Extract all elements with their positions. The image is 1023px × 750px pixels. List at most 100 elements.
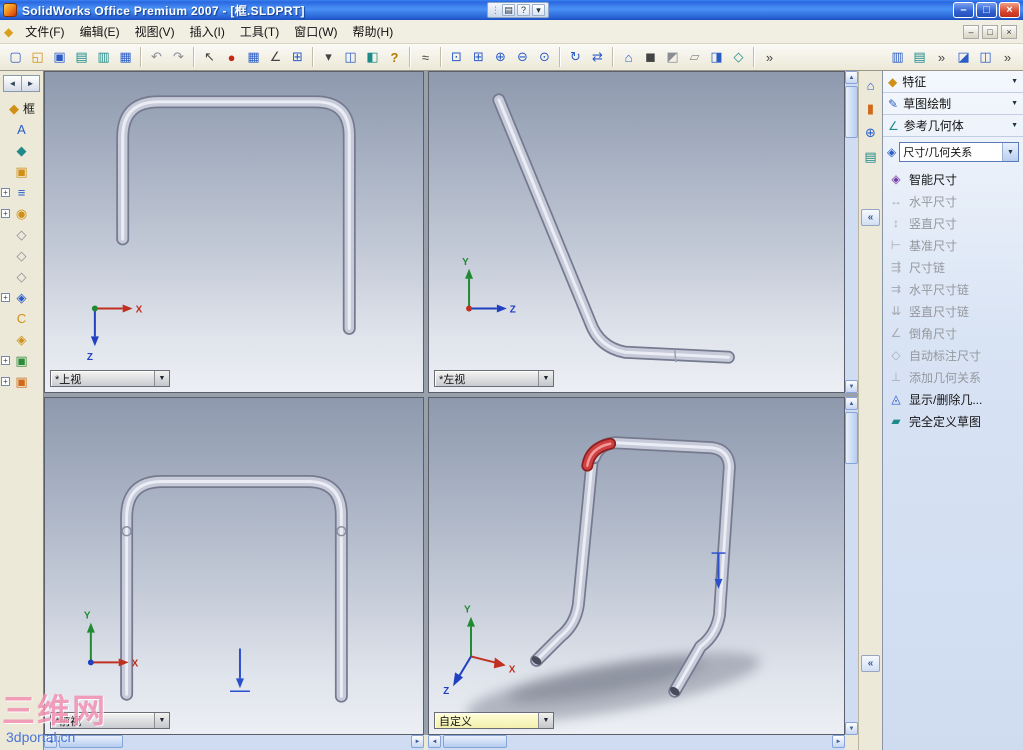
ime-options-icon[interactable]: ▾ xyxy=(532,4,545,16)
panel-group-features[interactable]: ◆ 特征 ▼ xyxy=(883,71,1023,93)
panel-item-autodimension[interactable]: ◇ 自动标注尺寸 xyxy=(883,344,1023,366)
tree-item-sketch-1[interactable]: + ▣ xyxy=(0,350,43,371)
left-view-canvas[interactable]: Y Z xyxy=(429,72,844,392)
panel-item-vertical-ordinate[interactable]: ⇊ 竖直尺寸链 xyxy=(883,300,1023,322)
tree-item-annotations[interactable]: A xyxy=(0,119,43,140)
rebuild-icon[interactable]: ● xyxy=(221,47,242,68)
viewport-horizontal-splitter[interactable] xyxy=(44,393,858,397)
chevron-down-icon[interactable]: ▼ xyxy=(154,713,169,728)
pan-icon[interactable]: ⇄ xyxy=(587,47,608,68)
window-cascade-icon[interactable]: ◫ xyxy=(975,47,996,68)
zoom-tool-icon[interactable]: ⊕ xyxy=(861,123,881,143)
chair-frame-model[interactable] xyxy=(120,475,348,703)
panel-item-ordinate-dimension[interactable]: ⇶ 尺寸链 xyxy=(883,256,1023,278)
tree-next-button[interactable]: ► xyxy=(21,76,39,91)
hidden-lines-icon[interactable]: ◩ xyxy=(662,47,683,68)
tree-item-front-plane[interactable]: ◇ xyxy=(0,224,43,245)
collapse-panel-button-top[interactable]: « xyxy=(861,209,880,226)
menu-view[interactable]: 视图(V) xyxy=(128,20,182,43)
scroll-track[interactable] xyxy=(845,410,858,722)
zoom-out-icon[interactable]: ⊖ xyxy=(512,47,533,68)
scroll-down-button[interactable]: ▼ xyxy=(845,380,858,393)
toolbar-overflow-3-icon[interactable]: » xyxy=(997,47,1018,68)
panel-item-horizontal-dimension[interactable]: ↔ 水平尺寸 xyxy=(883,190,1023,212)
highlighted-segment[interactable] xyxy=(581,437,617,472)
open-icon[interactable]: ◱ xyxy=(27,47,48,68)
menu-window[interactable]: 窗口(W) xyxy=(287,20,344,43)
view-orientation-selector[interactable]: *左视 ▼ xyxy=(434,370,554,387)
tree-item-top-plane[interactable]: ◇ xyxy=(0,245,43,266)
right-viewport-horizontal-scrollbar[interactable]: ◄ ► xyxy=(428,735,845,750)
panel-item-fully-define-sketch[interactable]: ▰ 完全定义草图 xyxy=(883,410,1023,432)
tree-item-sweep[interactable]: C xyxy=(0,308,43,329)
scroll-up-button[interactable]: ▲ xyxy=(845,71,858,84)
chevron-down-icon[interactable]: ▼ xyxy=(538,713,553,728)
scroll-right-button[interactable]: ► xyxy=(832,735,845,748)
menu-help[interactable]: 帮助(H) xyxy=(346,20,401,43)
chevron-down-icon[interactable]: ▼ xyxy=(1002,143,1018,161)
chevron-down-icon[interactable]: ▼ xyxy=(154,371,169,386)
viewport-custom-view[interactable]: Y X Z 自定义 ▼ xyxy=(428,397,845,735)
top-viewport-vertical-scrollbar[interactable]: ▲ ▼ xyxy=(845,71,858,393)
tree-item-part-root[interactable]: ◆ 框 xyxy=(0,98,43,119)
chair-frame-model[interactable] xyxy=(492,93,735,364)
tree-item-origin[interactable]: + ◈ xyxy=(0,287,43,308)
sketch-point-arrow[interactable] xyxy=(230,648,250,692)
scroll-left-button[interactable]: ◄ xyxy=(428,735,441,748)
make-drawing-icon[interactable]: ▤ xyxy=(71,47,92,68)
zoom-fit-icon[interactable]: ⊡ xyxy=(446,47,467,68)
select-icon[interactable]: ↖ xyxy=(199,47,220,68)
zoom-in-out-icon[interactable]: ⊕ xyxy=(490,47,511,68)
scroll-up-button[interactable]: ▲ xyxy=(845,397,858,410)
appearance-icon[interactable]: ▮ xyxy=(861,99,881,119)
scroll-down-button[interactable]: ▼ xyxy=(845,722,858,735)
ime-help-icon[interactable]: ? xyxy=(517,4,530,16)
tree-item-sketch-plane[interactable]: ◈ xyxy=(0,329,43,350)
dimension-icon[interactable]: ∠ xyxy=(265,47,286,68)
menu-file[interactable]: 文件(F) xyxy=(18,20,71,43)
home-view-icon[interactable]: ⌂ xyxy=(861,75,881,95)
panel-item-vertical-dimension[interactable]: ↕ 竖直尺寸 xyxy=(883,212,1023,234)
chevron-down-icon[interactable]: ▼ xyxy=(1011,78,1018,85)
tree-item-design-binder[interactable]: ◆ xyxy=(0,140,43,161)
scroll-track[interactable] xyxy=(441,735,832,750)
zoom-area-icon[interactable]: ⊞ xyxy=(468,47,489,68)
scroll-thumb[interactable] xyxy=(845,86,858,138)
scroll-right-button[interactable]: ► xyxy=(411,735,424,748)
sheet-set-icon[interactable]: ▤ xyxy=(861,147,881,167)
tree-item-material[interactable]: + ◉ xyxy=(0,203,43,224)
minimize-button[interactable]: – xyxy=(953,2,974,18)
sketch-entities-icon[interactable]: ⊞ xyxy=(287,47,308,68)
mdi-minimize-button[interactable]: – xyxy=(963,24,979,39)
panel-item-add-relation[interactable]: ⊥ 添加几何关系 xyxy=(883,366,1023,388)
redo-icon[interactable]: ↷ xyxy=(168,47,189,68)
panel-item-horizontal-ordinate[interactable]: ⇉ 水平尺寸链 xyxy=(883,278,1023,300)
top-view-canvas[interactable]: X Z xyxy=(45,72,423,392)
mdi-close-button[interactable]: × xyxy=(1001,24,1017,39)
toolbar-overflow-2-icon[interactable]: » xyxy=(931,47,952,68)
features-dropdown-icon[interactable]: ▾ xyxy=(318,47,339,68)
scroll-thumb[interactable] xyxy=(443,735,507,748)
tree-item-lighting[interactable]: ▣ xyxy=(0,161,43,182)
tree-item-equations[interactable]: + ≡ xyxy=(0,182,43,203)
display-mode-icon[interactable]: ◫ xyxy=(340,47,361,68)
restore-button[interactable]: □ xyxy=(976,2,997,18)
view-orientation-icon[interactable]: ◇ xyxy=(728,47,749,68)
expander-icon[interactable]: + xyxy=(1,209,10,218)
close-button[interactable]: × xyxy=(999,2,1020,18)
expander-icon[interactable]: + xyxy=(1,356,10,365)
left-viewport-horizontal-scrollbar[interactable]: ◄ ► xyxy=(44,735,424,750)
page-layout-icon[interactable]: ◧ xyxy=(362,47,383,68)
toolbar-overflow-icon[interactable]: » xyxy=(759,47,780,68)
collapse-panel-button-bottom[interactable]: « xyxy=(861,655,880,672)
rotate-view-icon[interactable]: ↻ xyxy=(565,47,586,68)
section-view-icon[interactable]: ◨ xyxy=(706,47,727,68)
scroll-track[interactable] xyxy=(845,84,858,380)
tree-prev-button[interactable]: ◄ xyxy=(4,76,21,91)
view-orientation-selector[interactable]: *上视 ▼ xyxy=(50,370,170,387)
expander-icon[interactable]: + xyxy=(1,293,10,302)
tree-item-right-plane[interactable]: ◇ xyxy=(0,266,43,287)
chevron-down-icon[interactable]: ▼ xyxy=(538,371,553,386)
ime-grip[interactable]: ⋮ xyxy=(491,5,500,16)
measure-icon[interactable]: ≈ xyxy=(415,47,436,68)
